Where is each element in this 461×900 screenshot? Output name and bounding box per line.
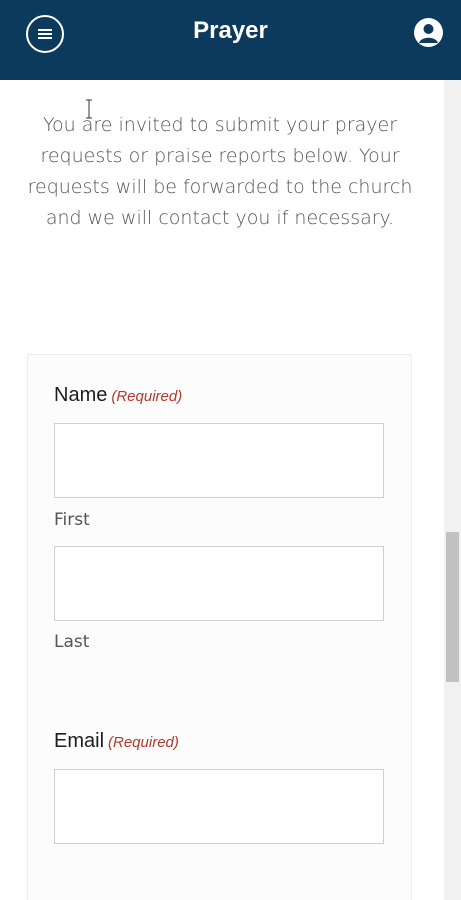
email-input[interactable]: [54, 769, 384, 844]
last-name-input[interactable]: [54, 546, 384, 621]
name-required-tag: (Required): [111, 388, 183, 405]
email-required-tag: (Required): [108, 734, 179, 751]
intro-text: You are invited to submit your prayer re…: [27, 114, 413, 229]
page-title: Prayer: [193, 17, 268, 44]
email-field-label: Email (Required): [54, 730, 179, 753]
last-name-sublabel: Last: [54, 632, 90, 652]
scrollbar-thumb[interactable]: [446, 532, 459, 682]
email-label-text: Email: [54, 730, 105, 752]
app-header: Prayer: [0, 0, 461, 80]
account-button[interactable]: [414, 18, 443, 47]
account-circle-icon: [419, 24, 438, 43]
name-label-text: Name: [54, 384, 108, 406]
name-field-label: Name (Required): [54, 384, 182, 407]
first-name-sublabel: First: [54, 510, 90, 530]
first-name-input[interactable]: [54, 423, 384, 498]
scrollbar-track[interactable]: [444, 80, 461, 900]
